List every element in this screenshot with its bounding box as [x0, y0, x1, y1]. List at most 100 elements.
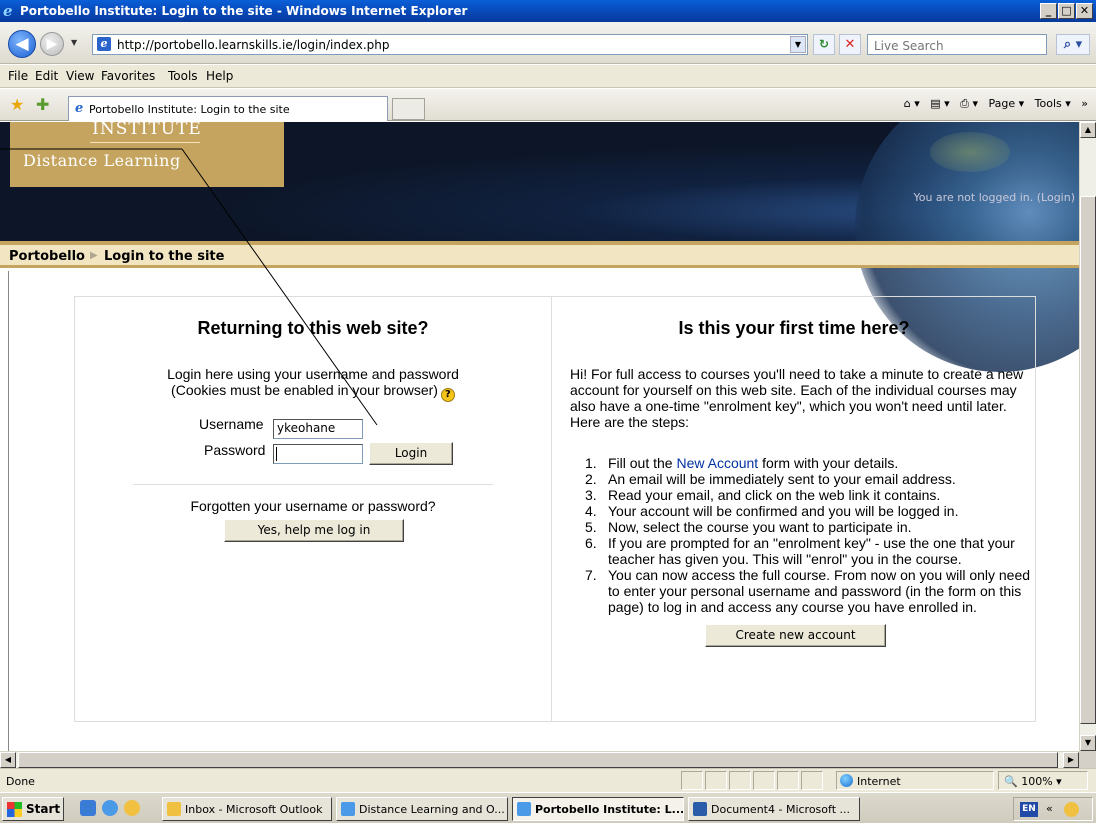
address-dropdown-icon[interactable]: ▼ [790, 36, 806, 53]
help-question-icon[interactable]: ? [440, 388, 455, 402]
logo-institute-text: INSTITUTE [92, 122, 202, 139]
signup-intro: Hi! For full access to courses you'll ne… [570, 366, 1024, 430]
address-url[interactable]: http://portobello.learnskills.ie/login/i… [117, 38, 390, 52]
step-item: 5. Now, select the course you want to par… [585, 519, 912, 535]
globe-icon [840, 774, 853, 787]
site-logo[interactable]: INSTITUTE Distance Learning [10, 122, 284, 187]
home-icon[interactable]: ⌂ ▾ [904, 97, 920, 110]
quicklaunch-ie-icon[interactable] [102, 800, 118, 816]
start-button[interactable]: Start [2, 797, 64, 821]
task-outlook[interactable]: Inbox - Microsoft Outlook [162, 797, 332, 821]
chevron-more-icon[interactable]: » [1081, 97, 1088, 110]
scroll-right-icon[interactable]: ▶ [1063, 752, 1079, 768]
first-time-heading: Is this your first time here? [678, 318, 910, 338]
menu-view[interactable]: View [66, 69, 94, 83]
quicklaunch-outlook-icon[interactable] [124, 800, 140, 816]
username-field[interactable]: ykeohane [273, 419, 363, 439]
site-banner: INSTITUTE Distance Learning You are not … [0, 122, 1079, 372]
quicklaunch-desktop-icon[interactable] [80, 800, 96, 816]
word-icon [693, 802, 707, 816]
help-me-login-button[interactable]: Yes, help me log in [224, 519, 404, 542]
outlook-icon [167, 802, 181, 816]
tab-title: Portobello Institute: Login to the site [89, 103, 290, 116]
logo-distance-learning-text: Distance Learning [23, 151, 181, 170]
tab-bar: ★ ✚ e Portobello Institute: Login to the… [0, 89, 1096, 121]
horizontal-scroll-thumb[interactable] [18, 752, 1058, 768]
favorites-star-icon[interactable]: ★ [10, 95, 24, 114]
command-bar: ⌂ ▾ ▤ ▾ ⎙ ▾ Page ▾ Tools ▾ » [897, 97, 1088, 111]
minimize-button[interactable]: _ [1040, 3, 1057, 19]
menu-favorites[interactable]: Favorites [101, 69, 155, 83]
password-field[interactable] [273, 444, 363, 464]
stop-button[interactable]: ✕ [839, 34, 861, 55]
login-instructions: Login here using your username and passw… [75, 366, 551, 402]
zoom-level: 100% [1021, 775, 1053, 788]
recent-pages-dropdown-icon[interactable]: ▼ [71, 38, 81, 48]
security-zone[interactable]: Internet [836, 771, 994, 790]
tools-menu[interactable]: Tools ▾ [1035, 97, 1071, 110]
breadcrumb-separator-icon: ▶ [90, 250, 98, 261]
feeds-icon[interactable]: ▤ ▾ [930, 97, 949, 110]
vertical-scroll-thumb[interactable] [1080, 196, 1096, 724]
forward-button[interactable]: ▶ [40, 32, 64, 56]
status-text: Done [6, 775, 35, 788]
new-account-link[interactable]: New Account [676, 455, 758, 471]
ie-logo-icon: e [3, 2, 13, 20]
username-label: Username [199, 416, 264, 432]
menu-edit[interactable]: Edit [35, 69, 58, 83]
zone-label: Internet [857, 775, 901, 788]
tab-current[interactable]: e Portobello Institute: Login to the sit… [68, 96, 388, 121]
horizontal-scrollbar[interactable]: ◀ ▶ [0, 751, 1079, 768]
task-label: Distance Learning and O... [359, 803, 505, 816]
forgot-text: Forgotten your username or password? [190, 498, 436, 514]
step-item: 2. An email will be immediately sent to y… [585, 471, 956, 487]
address-bar[interactable]: e http://portobello.learnskills.ie/login… [92, 34, 808, 55]
language-indicator[interactable]: EN [1020, 802, 1038, 817]
tray-expand-icon[interactable]: « [1046, 802, 1053, 815]
ie-window: e Portobello Institute: Login to the sit… [0, 0, 1096, 823]
search-input[interactable] [874, 37, 1044, 55]
login-status[interactable]: You are not logged in. (Login) [913, 191, 1075, 204]
scroll-up-icon[interactable]: ▲ [1080, 122, 1096, 138]
scroll-left-icon[interactable]: ◀ [0, 752, 16, 768]
menu-tools[interactable]: Tools [168, 69, 198, 83]
page-menu[interactable]: Page ▾ [988, 97, 1024, 110]
page-viewport: INSTITUTE Distance Learning You are not … [0, 122, 1079, 751]
login-instructions-line2: (Cookies must be enabled in your browser… [171, 382, 438, 398]
search-box[interactable] [867, 34, 1047, 55]
scroll-down-icon[interactable]: ▼ [1080, 735, 1096, 751]
password-label: Password [204, 442, 266, 458]
maximize-button[interactable]: □ [1058, 3, 1075, 19]
breadcrumb: Portobello ▶ Login to the site [0, 245, 1079, 268]
start-label: Start [26, 802, 61, 816]
task-portobello[interactable]: Portobello Institute: L... [512, 797, 684, 821]
refresh-button[interactable]: ↻ [813, 34, 835, 55]
task-document4[interactable]: Document4 - Microsoft ... [688, 797, 860, 821]
add-favorite-icon[interactable]: ✚ [36, 95, 49, 114]
breadcrumb-home-link[interactable]: Portobello [9, 249, 85, 264]
tab-ie-icon: e [75, 101, 84, 116]
zoom-control[interactable]: 🔍 100% ▾ [998, 771, 1088, 790]
menu-help[interactable]: Help [206, 69, 233, 83]
login-instructions-line1: Login here using your username and passw… [167, 366, 459, 382]
forgot-divider [133, 484, 493, 485]
taskbar: Start Inbox - Microsoft Outlook Distance… [0, 792, 1096, 823]
status-bar: Done Internet 🔍 100% ▾ [0, 768, 1096, 792]
task-distance-learning[interactable]: Distance Learning and O... [336, 797, 508, 821]
menu-bar: File Edit View Favorites Tools Help [0, 65, 1096, 88]
create-account-button[interactable]: Create new account [705, 624, 886, 647]
back-button[interactable]: ◀ [8, 30, 36, 58]
vertical-scrollbar[interactable]: ▲ ▼ [1079, 122, 1096, 751]
tray-outlook-icon[interactable] [1064, 802, 1079, 817]
login-button[interactable]: Login [369, 442, 453, 465]
close-button[interactable]: ✕ [1076, 3, 1093, 19]
menu-file[interactable]: File [8, 69, 28, 83]
title-bar: e Portobello Institute: Login to the sit… [0, 0, 1096, 22]
new-tab-button[interactable] [392, 98, 425, 120]
search-button[interactable]: ⌕ ▾ [1056, 34, 1090, 55]
signup-steps: 1. Fill out the New Account form with you… [585, 455, 1035, 615]
scroll-corner [1079, 751, 1096, 768]
print-icon[interactable]: ⎙ ▾ [960, 97, 978, 110]
page-icon: e [97, 37, 111, 51]
column-divider [551, 296, 552, 722]
